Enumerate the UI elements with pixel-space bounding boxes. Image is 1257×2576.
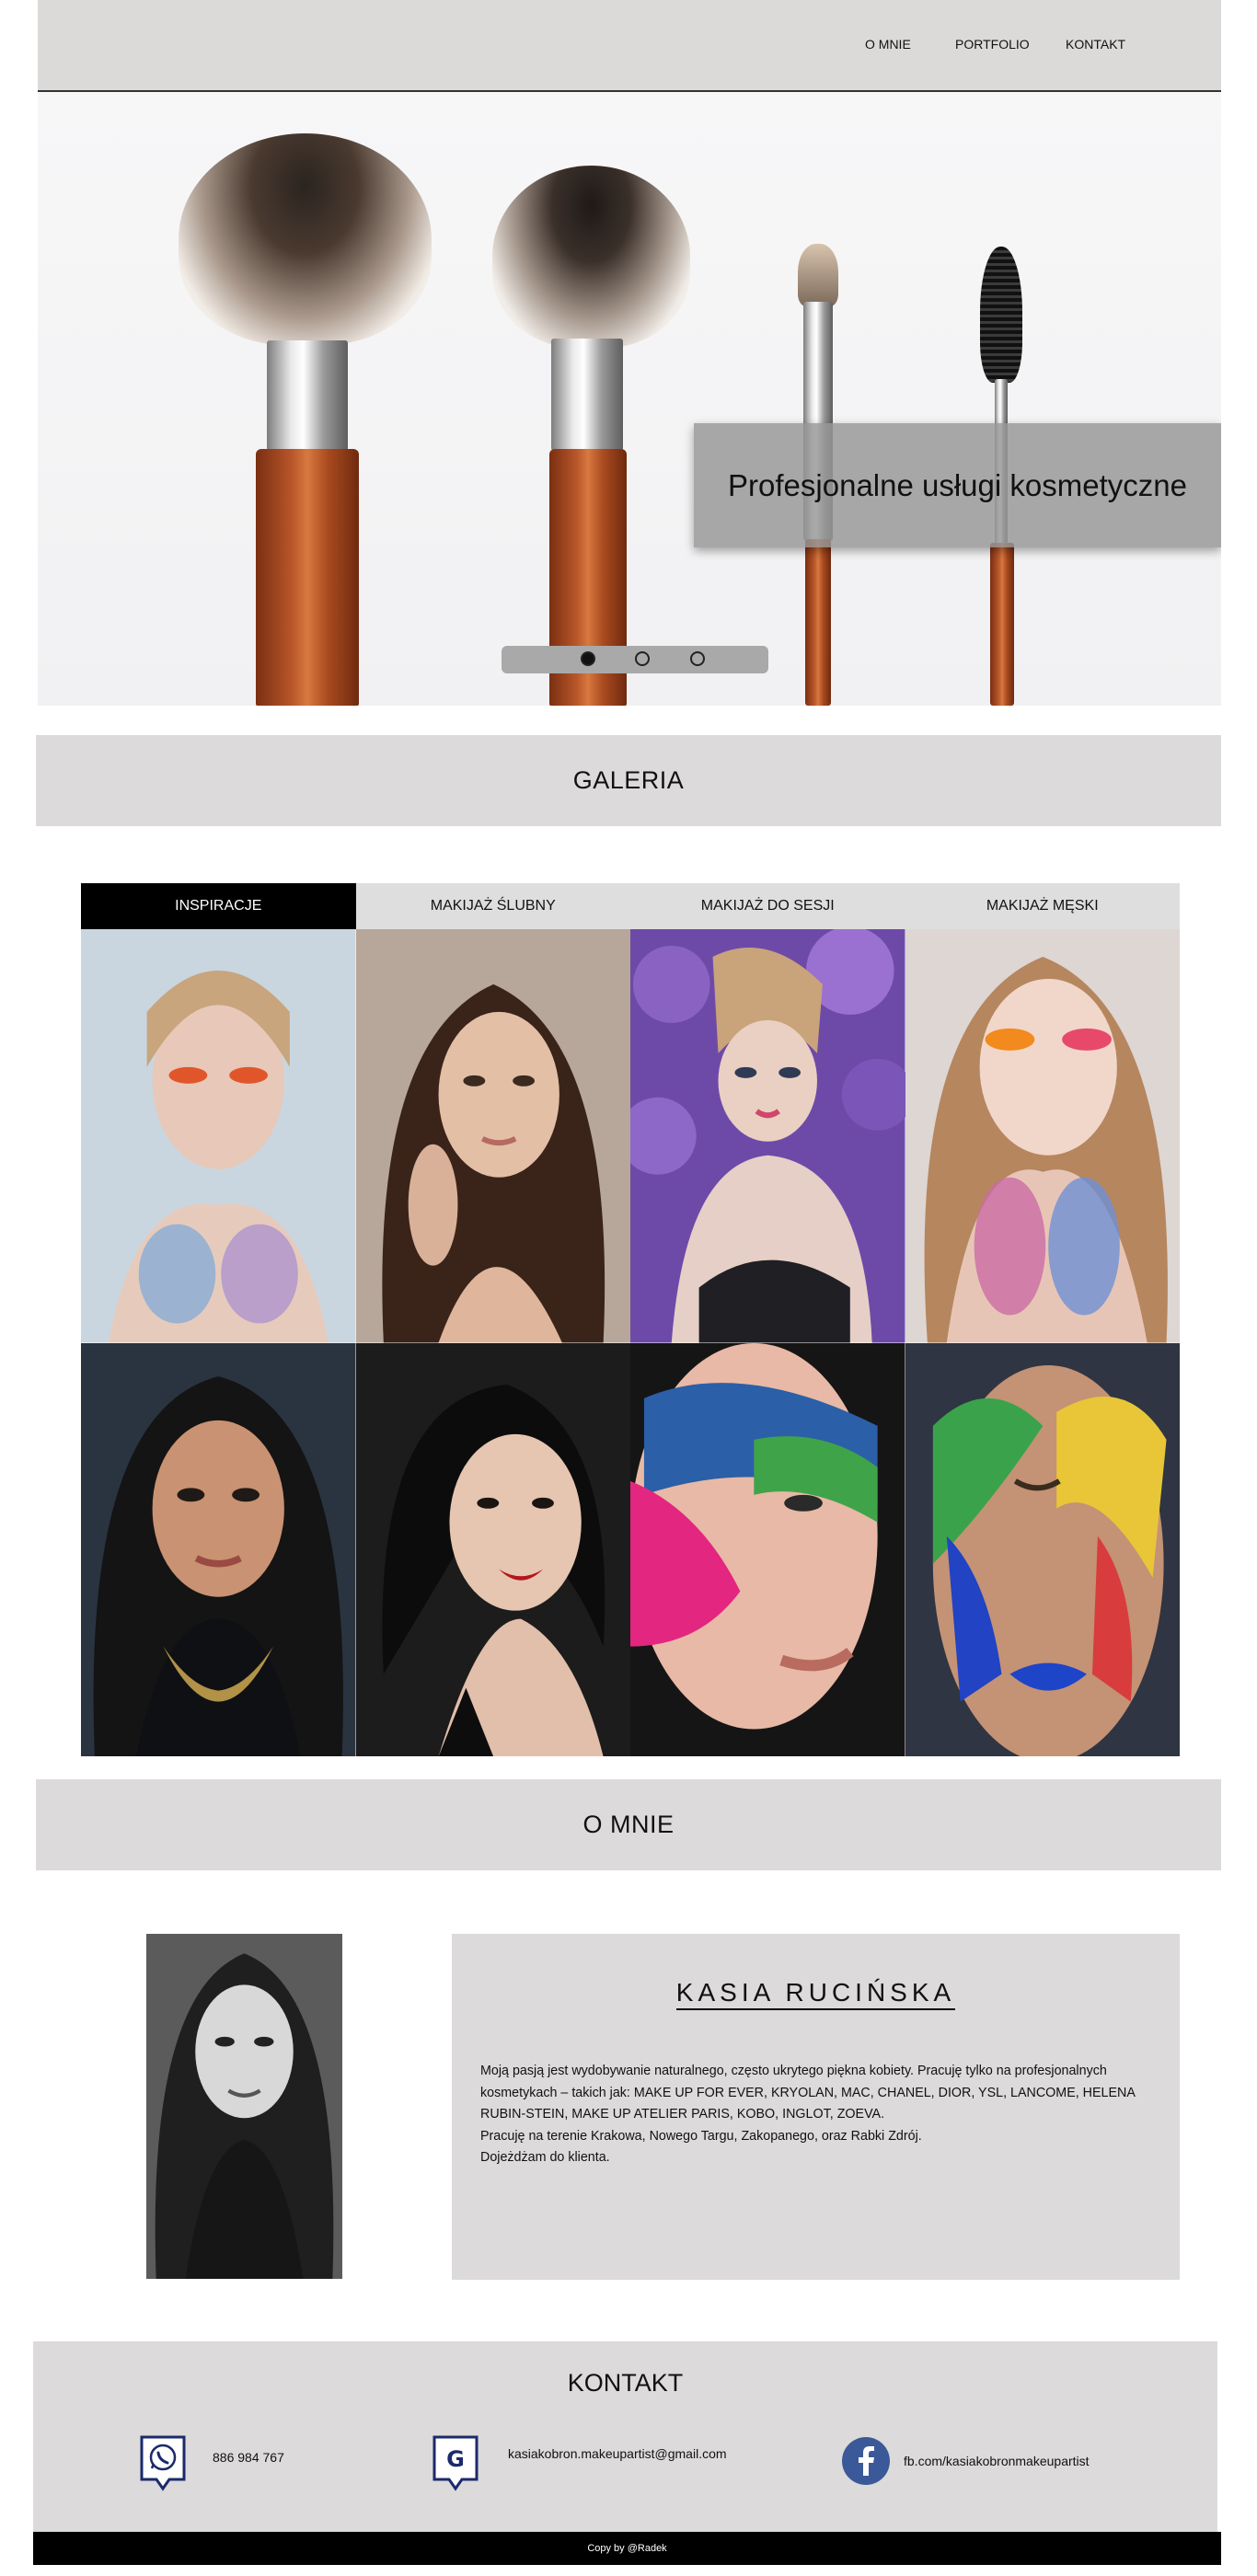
contact-facebook[interactable]: fb.com/kasiakobronmakeupartist [904, 2454, 1090, 2468]
gallery-photo[interactable] [630, 1342, 905, 1756]
contact-email[interactable]: kasiakobron.makeupartist@gmail.com [508, 2446, 727, 2461]
about-card: KASIA RUCIŃSKA Moją pasją jest wydobywan… [452, 1934, 1180, 2280]
gallery-photo[interactable] [355, 929, 630, 1343]
nav-link-kontakt[interactable]: KONTAKT [1066, 37, 1125, 52]
slide-dot-1[interactable] [581, 651, 595, 666]
slider-pagination [502, 646, 768, 673]
slide-dot-2[interactable] [635, 651, 650, 666]
hero-caption-box: Profesjonalne usługi kosmetyczne [694, 423, 1221, 547]
about-paragraph: Dojeżdżam do klienta. [480, 2150, 610, 2165]
gallery-photo[interactable] [81, 1342, 356, 1756]
artist-name: KASIA RUCIŃSKA [675, 1978, 956, 2010]
svg-text:G: G [446, 2446, 465, 2472]
nav-link-portfolio[interactable]: PORTFOLIO [955, 37, 1030, 52]
contact-phone[interactable]: 886 984 767 [213, 2450, 284, 2465]
hero-slider: Profesjonalne usługi kosmetyczne [38, 92, 1221, 706]
gallery-photo[interactable] [630, 929, 905, 1343]
gallery-grid [81, 929, 1180, 1756]
tab-inspiracje[interactable]: INSPIRACJE [81, 883, 356, 929]
gallery-tabs: INSPIRACJE MAKIJAŻ ŚLUBNY MAKIJAŻ DO SES… [81, 883, 1180, 929]
facebook-icon [842, 2437, 890, 2490]
gallery-section-header: GALERIA [36, 735, 1221, 826]
about-heading: O MNIE [582, 1811, 675, 1838]
profile-photo [146, 1934, 342, 2279]
gallery-photo[interactable] [81, 929, 356, 1343]
about-name-wrap: KASIA RUCIŃSKA [452, 1978, 1180, 2010]
tab-makijaz-slubny[interactable]: MAKIJAŻ ŚLUBNY [355, 883, 630, 929]
gallery-heading: GALERIA [572, 766, 685, 794]
gallery-photo[interactable] [355, 1342, 630, 1756]
tab-makijaz-meski[interactable]: MAKIJAŻ MĘSKI [905, 883, 1180, 929]
footer-copyright: Copy by @Radek [587, 2543, 667, 2554]
nav-link-o-mnie[interactable]: O MNIE [865, 37, 911, 52]
tab-makijaz-do-sesji[interactable]: MAKIJAŻ DO SESJI [630, 883, 905, 929]
contact-heading: KONTAKT [567, 2369, 684, 2397]
about-paragraph: Pracuję na terenie Krakowa, Nowego Targu… [480, 2128, 922, 2144]
google-mail-icon: G [432, 2435, 479, 2497]
whatsapp-icon [140, 2435, 186, 2497]
about-description: Moją pasją jest wydobywanie naturalnego,… [480, 2061, 1152, 2169]
about-section-header: O MNIE [36, 1779, 1221, 1870]
gallery-photo[interactable] [905, 929, 1180, 1343]
hero-caption-text: Profesjonalne usługi kosmetyczne [728, 467, 1187, 502]
gallery-photo[interactable] [905, 1342, 1180, 1756]
contact-section: KONTAKT 886 984 767 G kasiakobron.makeup… [33, 2341, 1217, 2532]
top-navigation-bar: O MNIE PORTFOLIO KONTAKT [38, 0, 1221, 92]
slide-dot-3[interactable] [690, 651, 705, 666]
about-paragraph: Moją pasją jest wydobywanie naturalnego,… [480, 2064, 1136, 2122]
footer-bar: Copy by @Radek [33, 2532, 1221, 2565]
